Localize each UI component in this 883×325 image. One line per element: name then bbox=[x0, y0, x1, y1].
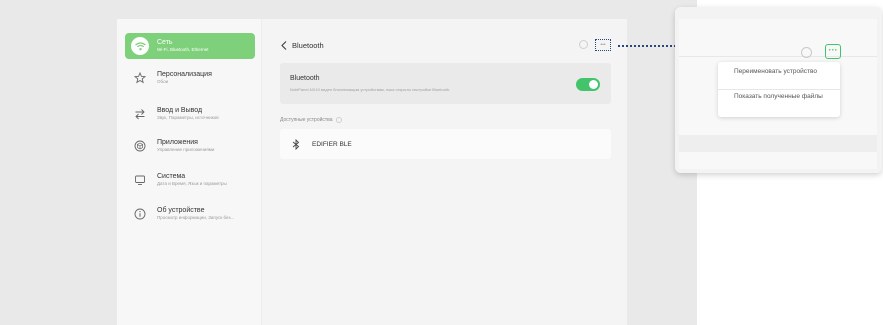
bluetooth-description: NobiPanel-NX10 виден близлежащим устройс… bbox=[290, 87, 451, 92]
bluetooth-toggle-card: Bluetooth NobiPanel-NX10 виден близлежащ… bbox=[280, 63, 611, 104]
sidebar-item-subtitle: Wi-Fi, Bluetooth, Ethernet bbox=[157, 47, 209, 53]
sidebar-item-title: Приложения bbox=[157, 139, 198, 147]
device-name: EDIFIER BLE bbox=[312, 140, 352, 148]
sidebar-item-about[interactable]: Об устройстве Просмотр информации, Запус… bbox=[125, 201, 255, 227]
sidebar: Сеть Wi-Fi, Bluetooth, Ethernet Персонал… bbox=[117, 19, 262, 325]
sidebar-item-subtitle: Просмотр информации, Запуск без... bbox=[157, 215, 235, 221]
sidebar-item-title: Система bbox=[157, 173, 186, 181]
sidebar-item-apps[interactable]: Приложения Управление приложениями bbox=[125, 133, 255, 159]
scanning-spinner-icon bbox=[335, 117, 342, 123]
menu-divider bbox=[718, 89, 840, 90]
swap-arrows-icon bbox=[129, 103, 151, 125]
more-menu-button[interactable]: ••• bbox=[595, 39, 611, 51]
page-title: Bluetooth bbox=[292, 40, 324, 50]
sidebar-item-subtitle: Звук, Параметры, источников bbox=[157, 115, 219, 121]
loading-spinner-icon bbox=[801, 47, 812, 58]
bluetooth-toggle[interactable] bbox=[576, 78, 600, 91]
bluetooth-title: Bluetooth bbox=[290, 75, 320, 82]
monitor-icon bbox=[129, 169, 151, 191]
bluetooth-icon bbox=[292, 138, 304, 150]
zoom-callout: ··· Переименовать устройство Показать по… bbox=[675, 7, 882, 173]
more-options-button[interactable]: ··· bbox=[825, 44, 841, 59]
available-devices-label: Доступные устройства bbox=[280, 117, 333, 123]
sidebar-item-personalization[interactable]: Персонализация Обои bbox=[125, 65, 255, 91]
star-icon bbox=[129, 67, 151, 89]
settings-window: Сеть Wi-Fi, Bluetooth, Ethernet Персонал… bbox=[117, 19, 627, 325]
sidebar-item-title: Сеть bbox=[157, 39, 173, 47]
sidebar-item-subtitle: Управление приложениями bbox=[157, 147, 215, 153]
bluetooth-page: Bluetooth ••• Bluetooth NobiPanel-NX10 в… bbox=[263, 19, 627, 325]
toggle-knob bbox=[589, 80, 598, 89]
menu-item-show-received-files[interactable]: Показать полученные файлы bbox=[718, 93, 840, 101]
sidebar-item-input-output[interactable]: Ввод и Вывод Звук, Параметры, источников bbox=[125, 101, 255, 127]
chevron-left-icon bbox=[281, 40, 287, 50]
sidebar-item-system[interactable]: Система Дата и Время, Язык и параметры bbox=[125, 167, 255, 193]
sidebar-item-title: Ввод и Вывод bbox=[157, 107, 203, 115]
cube-icon bbox=[129, 135, 151, 157]
menu-item-rename-device[interactable]: Переименовать устройство bbox=[718, 68, 840, 76]
info-icon bbox=[129, 203, 151, 225]
sidebar-item-title: Об устройстве bbox=[157, 207, 205, 215]
sidebar-item-title: Персонализация bbox=[157, 71, 212, 79]
available-devices-header: Доступные устройства bbox=[280, 117, 342, 123]
divider bbox=[679, 56, 877, 57]
wifi-icon bbox=[129, 35, 151, 57]
zoom-lower-band bbox=[679, 135, 877, 152]
sidebar-item-network[interactable]: Сеть Wi-Fi, Bluetooth, Ethernet bbox=[125, 33, 255, 59]
device-list-item[interactable]: EDIFIER BLE bbox=[280, 129, 611, 159]
loading-spinner-icon bbox=[579, 40, 588, 49]
back-button[interactable]: Bluetooth bbox=[281, 38, 324, 52]
options-dropdown: Переименовать устройство Показать получе… bbox=[718, 62, 840, 117]
sidebar-item-subtitle: Дата и Время, Язык и параметры bbox=[157, 181, 227, 187]
sidebar-item-subtitle: Обои bbox=[157, 79, 169, 85]
